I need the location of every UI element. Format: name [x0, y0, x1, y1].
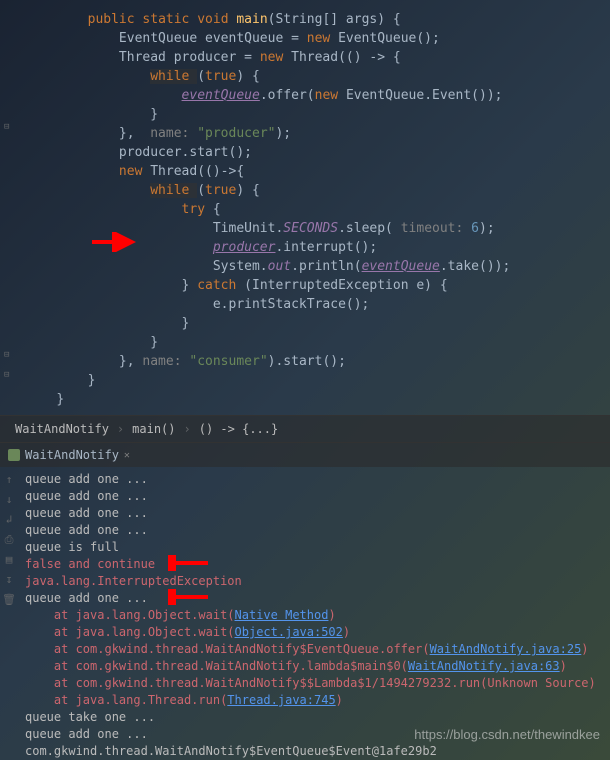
console-line: com.gkwind.thread.WaitAndNotify$EventQue…: [25, 743, 602, 760]
run-config-icon: [8, 449, 20, 461]
code-line[interactable]: }: [0, 371, 610, 390]
console-line: at com.gkwind.thread.WaitAndNotify.lambd…: [25, 658, 602, 675]
code-line[interactable]: System.out.println(eventQueue.take());: [0, 257, 610, 276]
console-toolbar: ↑ ↓ ↲ ⎙ ▤ ↧ 🗑: [2, 467, 20, 605]
code-line[interactable]: } catch (InterruptedException e) {: [0, 276, 610, 295]
console-line: at java.lang.Object.wait(Object.java:502…: [25, 624, 602, 641]
code-editor[interactable]: ⊟ ⊟ ⊟ public static void main(String[] a…: [0, 0, 610, 415]
code-line[interactable]: }: [0, 314, 610, 333]
stacktrace-link[interactable]: WaitAndNotify.java:25: [430, 642, 582, 656]
console-line: queue add one ...: [25, 471, 602, 488]
fold-icon[interactable]: ⊟: [4, 370, 14, 380]
breadcrumb-item[interactable]: () -> {...}: [199, 422, 278, 436]
console-line: at java.lang.Thread.run(Thread.java:745): [25, 692, 602, 709]
console-line: at java.lang.Object.wait(Native Method): [25, 607, 602, 624]
stacktrace-link[interactable]: Thread.java:745: [227, 693, 335, 707]
stacktrace-link[interactable]: Native Method: [235, 608, 329, 622]
console-line: at com.gkwind.thread.WaitAndNotify$$Lamb…: [25, 675, 602, 692]
console-line: queue add one ...: [25, 488, 602, 505]
code-line[interactable]: while (true) {: [0, 181, 610, 200]
up-icon[interactable]: ↑: [2, 471, 16, 485]
code-line[interactable]: }, name: "consumer").start();: [0, 352, 610, 371]
watermark: https://blog.csdn.net/thewindkee: [414, 727, 600, 742]
fold-icon[interactable]: ⊟: [4, 122, 14, 132]
down-icon[interactable]: ↓: [2, 491, 16, 505]
filter-icon[interactable]: ▤: [2, 551, 16, 565]
code-line[interactable]: }: [0, 333, 610, 352]
console-line: java.lang.InterruptedException: [25, 573, 602, 590]
code-line[interactable]: }, name: "producer");: [0, 124, 610, 143]
run-tab-label: WaitAndNotify: [25, 448, 119, 462]
trash-icon[interactable]: 🗑: [2, 591, 16, 605]
breadcrumb-item[interactable]: main(): [132, 422, 175, 436]
stacktrace-link[interactable]: WaitAndNotify.java:63: [408, 659, 560, 673]
annotation-arrow: [92, 232, 142, 252]
code-line[interactable]: try {: [0, 200, 610, 219]
code-line[interactable]: e.printStackTrace();: [0, 295, 610, 314]
chevron-right-icon: ›: [117, 422, 124, 436]
annotation-arrow: [168, 555, 212, 571]
print-icon[interactable]: ⎙: [2, 531, 16, 545]
close-icon[interactable]: ✕: [124, 450, 130, 461]
console-line: queue add one ...: [25, 505, 602, 522]
code-line[interactable]: producer.start();: [0, 143, 610, 162]
code-line[interactable]: new Thread(()->{: [0, 162, 610, 181]
code-line[interactable]: Thread producer = new Thread(() -> {: [0, 48, 610, 67]
console-line: queue add one ...: [25, 522, 602, 539]
breadcrumb-item[interactable]: WaitAndNotify: [15, 422, 109, 436]
code-line[interactable]: public static void main(String[] args) {: [0, 10, 610, 29]
code-line[interactable]: }: [0, 105, 610, 124]
annotation-arrow: [168, 589, 212, 605]
code-line[interactable]: EventQueue eventQueue = new EventQueue()…: [0, 29, 610, 48]
console-line: false and continue: [25, 556, 602, 573]
wrap-icon[interactable]: ↲: [2, 511, 16, 525]
fold-icon[interactable]: ⊟: [4, 350, 14, 360]
run-tab[interactable]: WaitAndNotify ✕: [0, 443, 610, 467]
breadcrumb-bar: WaitAndNotify › main() › () -> {...}: [0, 415, 610, 443]
code-line[interactable]: eventQueue.offer(new EventQueue.Event())…: [0, 86, 610, 105]
console-line: at com.gkwind.thread.WaitAndNotify$Event…: [25, 641, 602, 658]
console-line: queue add one ...: [25, 590, 602, 607]
gutter: ⊟ ⊟ ⊟: [0, 0, 20, 415]
console-output[interactable]: ↑ ↓ ↲ ⎙ ▤ ↧ 🗑 queue add one ...queue add…: [0, 467, 610, 760]
stacktrace-link[interactable]: Object.java:502: [235, 625, 343, 639]
scroll-icon[interactable]: ↧: [2, 571, 16, 585]
chevron-right-icon: ›: [184, 422, 191, 436]
code-line[interactable]: }: [0, 390, 610, 409]
console-line: queue take one ...: [25, 709, 602, 726]
console-line: queue is full: [25, 539, 602, 556]
code-line[interactable]: while (true) {: [0, 67, 610, 86]
